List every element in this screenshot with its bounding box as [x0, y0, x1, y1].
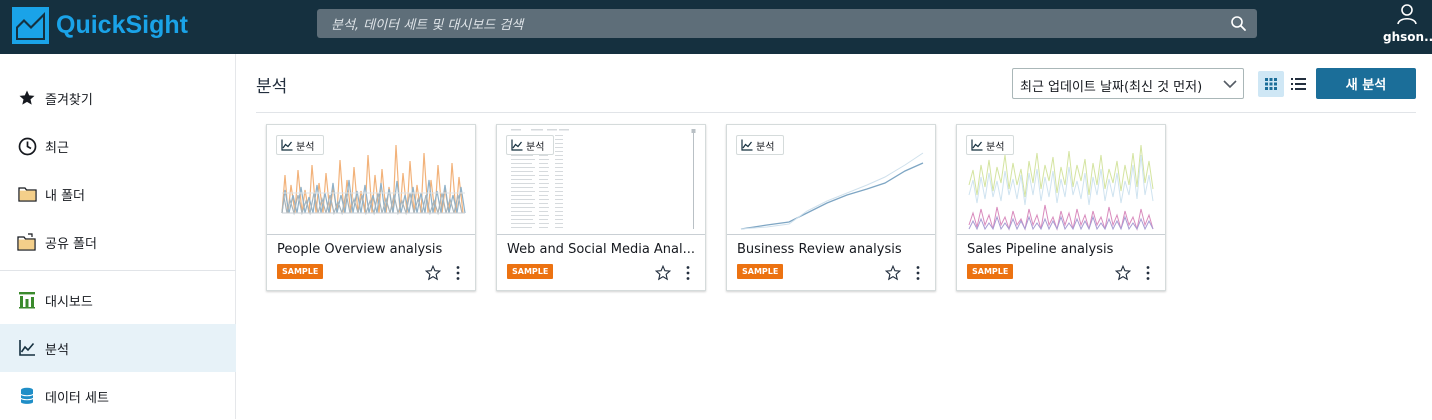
sidebar-item-my-folders[interactable]: 내 폴더 — [0, 170, 236, 218]
analysis-title[interactable]: People Overview analysis — [277, 242, 467, 257]
sidebar-item-dashboards[interactable]: 대시보드 — [0, 276, 236, 324]
analysis-type-label: 분석 — [526, 141, 545, 153]
analysis-title[interactable]: Business Review analysis — [737, 242, 927, 257]
analysis-card[interactable]: 분석 People Overview analysis SAMPLE — [266, 124, 476, 291]
analysis-title[interactable]: Web and Social Media Anal... — [507, 242, 697, 257]
sidebar-item-label: 최근 — [45, 140, 69, 156]
favorite-star-icon[interactable] — [1115, 265, 1131, 281]
favorite-star-icon[interactable] — [655, 265, 671, 281]
sample-badge: SAMPLE — [277, 264, 324, 279]
analysis-icon — [741, 139, 753, 151]
analysis-type-label: 분석 — [986, 141, 1005, 153]
folder-icon — [17, 184, 37, 204]
new-analysis-button[interactable]: 새 분석 — [1316, 68, 1416, 99]
grid-view-icon — [1265, 78, 1277, 90]
logo-text: QuickSight — [56, 10, 188, 39]
user-icon — [1397, 4, 1417, 25]
analysis-type-label: 분석 — [756, 141, 775, 153]
analysis-thumbnail[interactable]: 분석 — [957, 125, 1165, 235]
more-options-icon[interactable] — [684, 265, 692, 281]
sidebar-item-label: 대시보드 — [45, 294, 93, 310]
analysis-type-tag: 분석 — [736, 135, 784, 155]
sample-badge: SAMPLE — [507, 264, 554, 279]
clock-icon — [17, 136, 37, 156]
more-options-icon[interactable] — [454, 265, 462, 281]
analysis-card[interactable]: 분석 Sales Pipeline analysis SAMPLE — [956, 124, 1166, 291]
sidebar-divider — [0, 270, 236, 271]
grid-view-toggle[interactable] — [1258, 71, 1284, 97]
dashboard-icon — [17, 290, 37, 310]
sidebar-item-label: 공유 폴더 — [45, 236, 97, 252]
shared-folder-icon — [17, 232, 37, 252]
analysis-type-tag: 분석 — [506, 135, 554, 155]
more-options-icon[interactable] — [1144, 265, 1152, 281]
top-bar: QuickSight 분석, 데이터 세트 및 대시보드 검색 ghson... — [0, 0, 1432, 54]
analysis-thumbnail[interactable]: 분석 — [267, 125, 475, 235]
analysis-type-tag: 분석 — [276, 135, 324, 155]
quicksight-logo[interactable]: QuickSight — [12, 5, 188, 45]
analysis-card[interactable]: 분석 Business Review analysis SAMPLE — [726, 124, 936, 291]
sidebar-item-label: 분석 — [45, 342, 69, 358]
database-icon — [17, 386, 37, 406]
search-placeholder: 분석, 데이터 세트 및 대시보드 검색 — [331, 18, 524, 33]
favorite-star-icon[interactable] — [425, 265, 441, 281]
analysis-icon — [971, 139, 983, 151]
content-divider — [256, 112, 1416, 113]
quicksight-logo-icon — [12, 6, 49, 44]
sidebar-item-shared-folders[interactable]: 공유 폴더 — [0, 218, 236, 266]
user-name: ghson... — [1383, 30, 1432, 44]
sidebar-item-datasets[interactable]: 데이터 세트 — [0, 372, 236, 420]
analysis-card[interactable]: 분석 Web and Social Media Anal... SAMPLE — [496, 124, 706, 291]
analysis-type-label: 분석 — [296, 141, 315, 153]
favorite-star-icon[interactable] — [885, 265, 901, 281]
star-icon — [17, 88, 37, 108]
more-options-icon[interactable] — [914, 265, 922, 281]
user-menu[interactable]: ghson... — [1380, 3, 1432, 47]
analysis-type-tag: 분석 — [966, 135, 1014, 155]
sidebar-item-label: 즐겨찾기 — [45, 92, 93, 108]
sample-badge: SAMPLE — [737, 264, 784, 279]
sample-badge: SAMPLE — [967, 264, 1014, 279]
analysis-icon — [511, 139, 523, 151]
analysis-thumbnail[interactable]: 분석 — [497, 125, 705, 235]
sort-selected-value: 최근 업데이트 날짜(최신 것 먼저) — [1020, 80, 1203, 95]
search-input[interactable]: 분석, 데이터 세트 및 대시보드 검색 — [317, 9, 1257, 38]
sidebar-item-recent[interactable]: 최근 — [0, 122, 236, 170]
analysis-thumbnail[interactable]: 분석 — [727, 125, 935, 235]
sidebar-item-analyses[interactable]: 분석 — [0, 324, 236, 372]
list-view-icon — [1291, 78, 1306, 90]
sidebar: 즐겨찾기 최근 내 폴더 공유 폴더 대시보드 분석 데이터 세트 — [0, 54, 236, 419]
chevron-down-icon — [1223, 80, 1237, 89]
sort-dropdown[interactable]: 최근 업데이트 날짜(최신 것 먼저) — [1012, 68, 1244, 99]
page-title: 분석 — [256, 77, 288, 97]
sidebar-item-label: 데이터 세트 — [45, 390, 109, 406]
analysis-icon — [17, 338, 37, 358]
sidebar-item-favorites[interactable]: 즐겨찾기 — [0, 74, 236, 122]
sidebar-item-label: 내 폴더 — [45, 188, 86, 204]
search-icon[interactable] — [1230, 15, 1247, 32]
analysis-icon — [281, 139, 293, 151]
list-view-toggle[interactable] — [1289, 73, 1307, 95]
analysis-title[interactable]: Sales Pipeline analysis — [967, 242, 1157, 257]
